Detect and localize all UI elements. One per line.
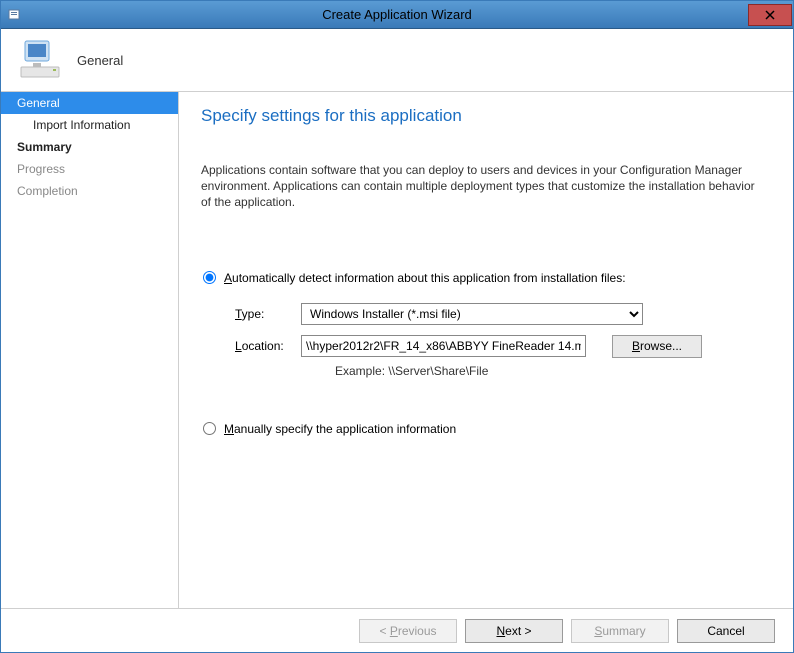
summary-button: Summary: [571, 619, 669, 643]
radio-manual-label: Manually specify the application informa…: [224, 422, 456, 436]
nav-item-import-information[interactable]: Import Information: [1, 114, 178, 136]
browse-button[interactable]: Browse...: [612, 335, 702, 358]
window-title: Create Application Wizard: [1, 7, 793, 22]
wizard-sidebar: General Import Information Summary Progr…: [1, 92, 179, 608]
header-label: General: [77, 53, 123, 68]
wizard-main: Specify settings for this application Ap…: [179, 92, 793, 608]
radio-auto-detect-row: Automatically detect information about t…: [201, 271, 765, 285]
titlebar[interactable]: Create Application Wizard: [1, 1, 793, 29]
page-description: Applications contain software that you c…: [201, 162, 765, 211]
app-icon: [7, 7, 23, 23]
page-title: Specify settings for this application: [201, 106, 765, 126]
radio-auto-detect-label: Automatically detect information about t…: [224, 271, 626, 285]
computer-icon: [19, 37, 65, 83]
close-icon: [765, 10, 775, 20]
radio-auto-detect[interactable]: [203, 271, 216, 284]
type-label: Type:: [235, 307, 301, 321]
previous-button: < Previous: [359, 619, 457, 643]
radio-manual[interactable]: [203, 422, 216, 435]
close-button[interactable]: [748, 4, 792, 26]
location-input[interactable]: [301, 335, 586, 357]
nav-item-summary[interactable]: Summary: [1, 136, 178, 158]
wizard-header: General: [1, 29, 793, 91]
nav-item-completion[interactable]: Completion: [1, 180, 178, 202]
type-select[interactable]: Windows Installer (*.msi file): [301, 303, 643, 325]
cancel-button[interactable]: Cancel: [677, 619, 775, 643]
nav-item-progress[interactable]: Progress: [1, 158, 178, 180]
next-button[interactable]: Next >: [465, 619, 563, 643]
nav-item-general[interactable]: General: [1, 92, 178, 114]
location-row: Location: Browse...: [235, 335, 765, 358]
type-row: Type: Windows Installer (*.msi file): [235, 303, 765, 325]
radio-manual-row: Manually specify the application informa…: [201, 422, 765, 436]
location-example: Example: \\Server\Share\File: [335, 364, 765, 378]
auto-detect-form: Type: Windows Installer (*.msi file) Loc…: [235, 303, 765, 378]
wizard-footer: < Previous Next > Summary Cancel: [1, 608, 793, 652]
location-label: Location:: [235, 339, 301, 353]
